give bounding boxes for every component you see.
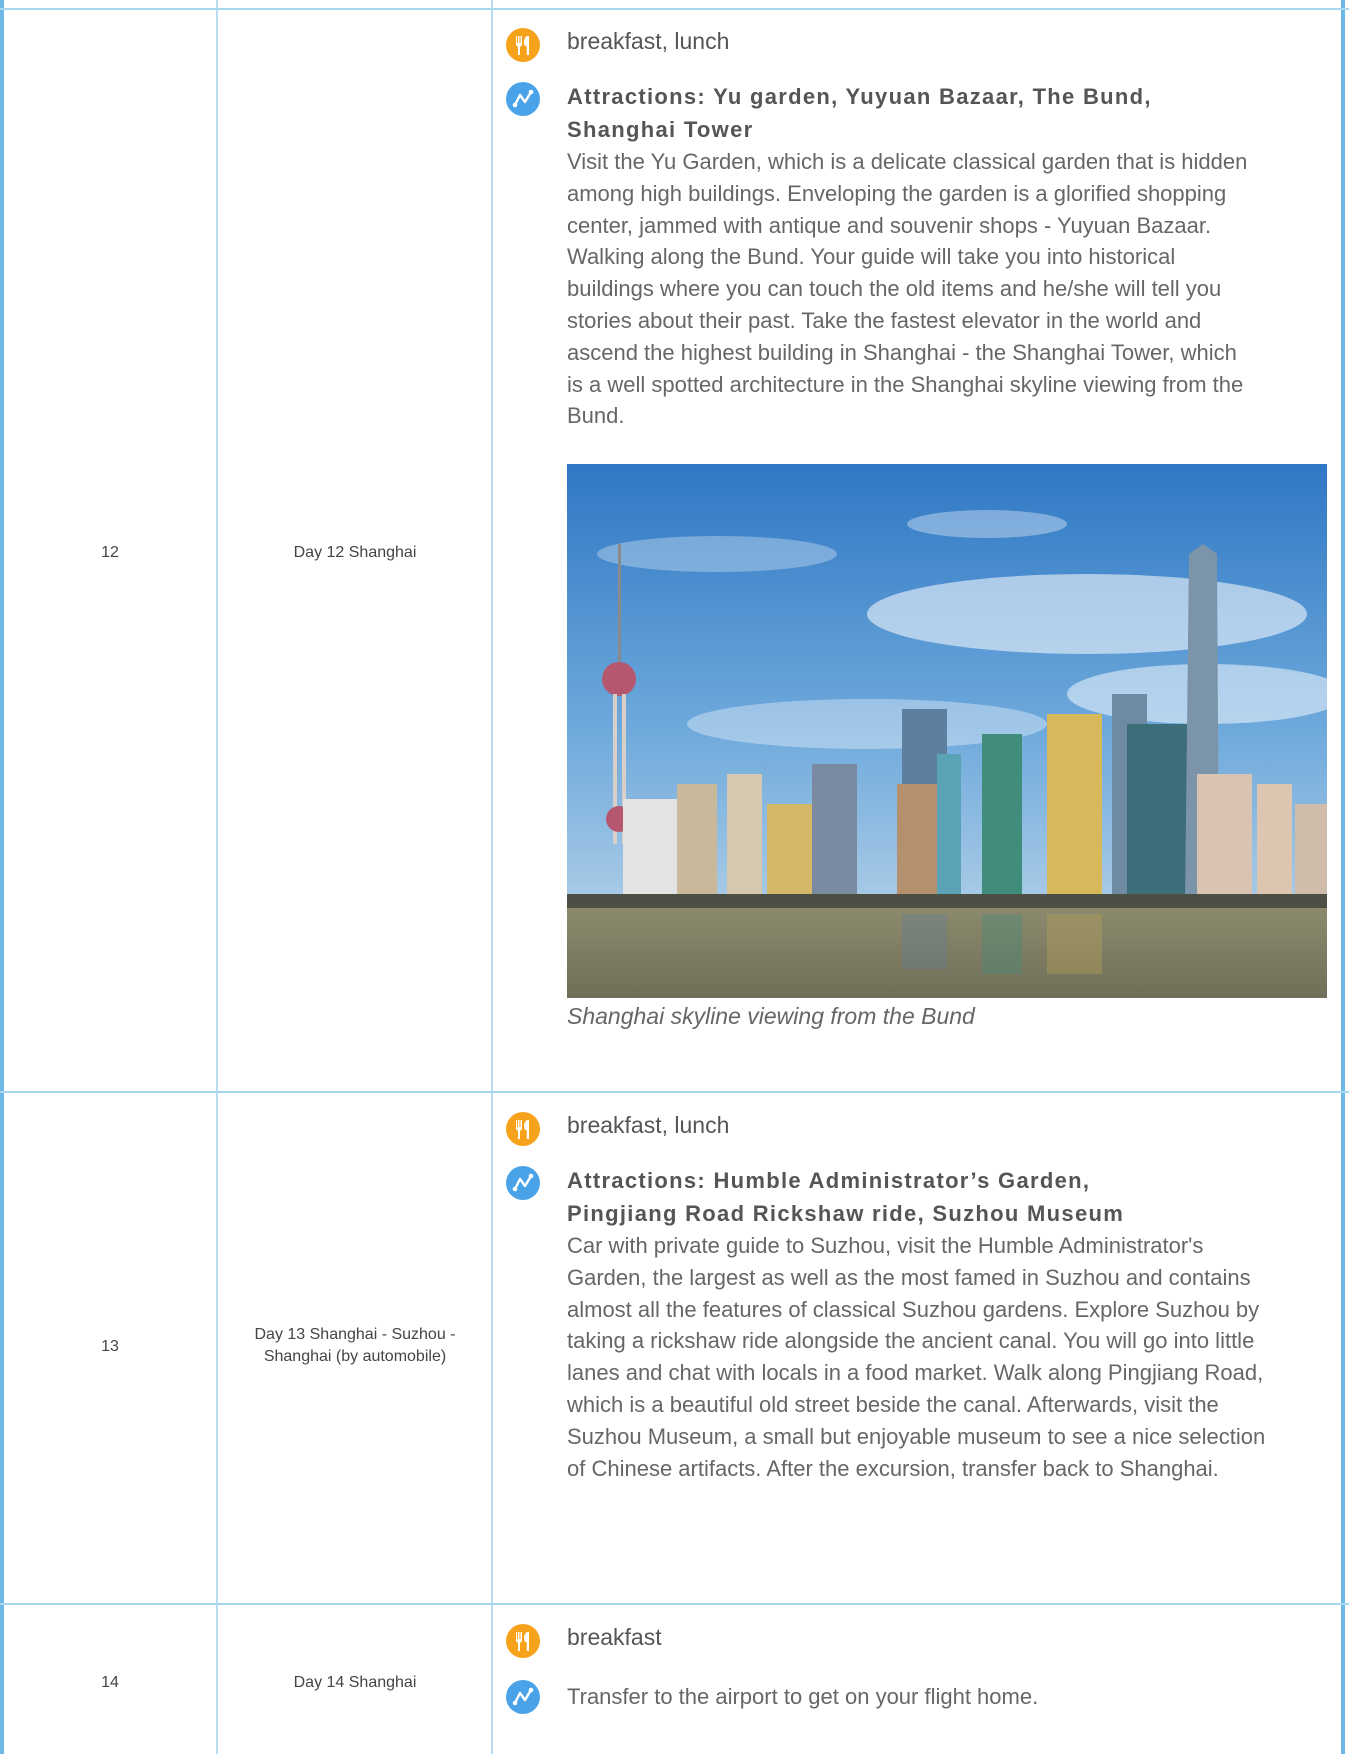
column-divider-1 — [216, 0, 218, 1754]
itinerary-table: 12 Day 12 Shanghai breakfast, lunch Attr… — [0, 0, 1349, 1754]
fork-knife-icon — [506, 1624, 540, 1658]
attractions-description: Visit the Yu Garden, which is a delicate… — [567, 149, 1248, 429]
shanghai-skyline-photo — [567, 464, 1327, 998]
row-divider-top — [0, 8, 1349, 10]
day-title: Day 12 Shanghai — [293, 544, 417, 561]
activity-description: Transfer to the airport to get on your f… — [567, 1684, 1039, 1709]
column-divider-2 — [491, 0, 493, 1754]
attractions-title: Attractions: Humble Administrator’s Gard… — [567, 1168, 1125, 1226]
meals-label: breakfast, lunch — [567, 1112, 730, 1138]
meals-label: breakfast, lunch — [567, 28, 730, 54]
meals-label: breakfast — [567, 1624, 662, 1650]
table-border-left — [0, 0, 4, 1754]
day-number: 12 — [101, 544, 119, 561]
day-number: 14 — [101, 1674, 119, 1691]
fork-knife-icon — [506, 1112, 540, 1146]
attractions-description: Car with private guide to Suzhou, visit … — [567, 1233, 1266, 1481]
day-title: Day 14 Shanghai — [293, 1674, 417, 1691]
day-title: Day 13 Shanghai - Suzhou - Shanghai (by … — [254, 1326, 456, 1365]
route-icon — [506, 82, 540, 116]
photo-caption: Shanghai skyline viewing from the Bund — [567, 1003, 975, 1029]
attractions-title: Attractions: Yu garden, Yuyuan Bazaar, T… — [567, 84, 1152, 142]
route-icon — [506, 1680, 540, 1714]
table-border-right — [1341, 0, 1345, 1754]
fork-knife-icon — [506, 28, 540, 62]
day-number: 13 — [101, 1338, 119, 1355]
row-divider-13-14 — [0, 1603, 1349, 1605]
row-divider-12-13 — [0, 1091, 1349, 1093]
route-icon — [506, 1166, 540, 1200]
